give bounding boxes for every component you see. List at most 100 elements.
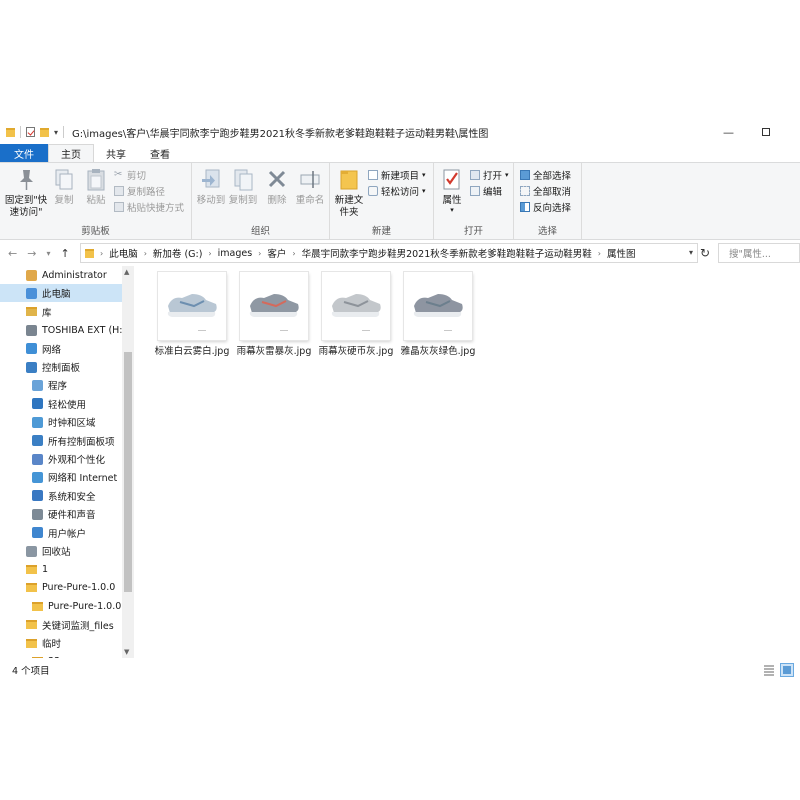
file-item[interactable]: 雅晶灰灰绿色.jpg xyxy=(398,272,478,358)
chevron-right-icon[interactable]: › xyxy=(292,249,295,258)
forward-arrow-icon[interactable]: → xyxy=(27,247,36,260)
sidebar-item[interactable]: Administrator xyxy=(0,266,122,284)
sidebar-item[interactable]: 系统和安全 xyxy=(0,487,122,505)
sidebar-item[interactable]: 外观和个性化 xyxy=(0,450,122,468)
copy-button[interactable]: 复制 xyxy=(52,167,76,207)
sidebar-item[interactable]: 此电脑 xyxy=(0,284,122,303)
cut-button[interactable]: ✂ 剪切 xyxy=(114,167,146,183)
library-icon xyxy=(26,307,37,317)
sidebar-item[interactable]: Pure-Pure-1.0.0 xyxy=(0,579,122,597)
breadcrumb-client[interactable]: 客户 xyxy=(267,246,286,260)
sidebar-item-label: 库 xyxy=(42,307,52,319)
scroll-down-icon[interactable]: ▼ xyxy=(124,648,129,656)
file-item[interactable]: 雨幕灰硬币灰.jpg xyxy=(316,272,396,358)
file-item[interactable]: 标准白云雾白.jpg xyxy=(152,272,232,358)
sidebar-item-label: Administrator xyxy=(42,269,107,281)
sidebar-item[interactable]: 程序 xyxy=(0,376,122,394)
invert-selection-button[interactable]: 反向选择 xyxy=(520,199,571,215)
details-view-icon[interactable] xyxy=(762,663,776,677)
paste-button[interactable]: 粘贴 xyxy=(84,167,108,207)
ribbon: 固定到"快速访问" 复制 粘贴 ✂ 剪切 复制路径 粘贴快捷方式 剪贴板 移动到… xyxy=(0,162,800,240)
chevron-right-icon[interactable]: › xyxy=(258,249,261,258)
sidebar-item[interactable]: 库 xyxy=(0,303,122,321)
scrollbar-thumb[interactable] xyxy=(124,352,132,592)
sidebar-item[interactable]: 1 xyxy=(0,560,122,578)
sidebar-item[interactable]: 33 xyxy=(0,652,122,658)
select-all-button[interactable]: 全部选择 xyxy=(520,167,571,183)
copy-to-button[interactable]: 复制到 xyxy=(228,167,258,207)
sidebar-item[interactable]: 时钟和区域 xyxy=(0,413,122,431)
customize-dropdown-icon[interactable]: ▾ xyxy=(54,128,58,137)
tab-home[interactable]: 主页 xyxy=(48,144,94,162)
appearance-icon xyxy=(32,453,43,465)
nav-scrollbar[interactable]: ▲ ▼ xyxy=(122,266,134,658)
new-group-label: 新建 xyxy=(371,226,391,237)
chevron-right-icon[interactable]: › xyxy=(598,249,601,258)
delete-button[interactable]: 删除 xyxy=(264,167,290,207)
back-arrow-icon[interactable]: ← xyxy=(8,247,17,260)
sidebar-item[interactable]: 网络和 Internet xyxy=(0,468,122,486)
pin-icon xyxy=(20,170,33,190)
chevron-right-icon[interactable]: › xyxy=(100,249,103,258)
easy-access-icon xyxy=(368,186,378,196)
tab-share[interactable]: 共享 xyxy=(94,144,138,162)
sidebar-item[interactable]: 关键词监测_files xyxy=(0,616,122,634)
address-dropdown-icon[interactable]: ▾ xyxy=(689,248,693,257)
address-bar[interactable]: › 此电脑 › 新加卷 (G:) › images › 客户 › 华晨宇同款李宁… xyxy=(80,243,698,263)
tab-view[interactable]: 查看 xyxy=(138,144,182,162)
sidebar-item[interactable]: 硬件和声音 xyxy=(0,505,122,523)
quick-access-toolbar: ▾ xyxy=(0,120,65,144)
network-internet-icon xyxy=(32,471,43,483)
chevron-right-icon[interactable]: › xyxy=(208,249,211,258)
maximize-button[interactable] xyxy=(762,128,770,136)
search-box[interactable]: 搜"属性... xyxy=(718,243,800,263)
move-to-button[interactable]: 移动到 xyxy=(196,167,226,207)
properties-check-icon[interactable] xyxy=(26,127,35,137)
select-none-button[interactable]: 全部取消 xyxy=(520,183,571,199)
copy-path-button[interactable]: 复制路径 xyxy=(114,183,165,199)
large-icons-view-icon[interactable] xyxy=(780,663,794,677)
breadcrumb-this-pc[interactable]: 此电脑 xyxy=(109,246,138,260)
sidebar-item[interactable]: 用户帐户 xyxy=(0,524,122,542)
scroll-up-icon[interactable]: ▲ xyxy=(124,268,129,276)
new-item-button[interactable]: 新建项目 ▾ xyxy=(368,167,426,183)
sidebar-item[interactable]: 临时 xyxy=(0,634,122,652)
breadcrumb-product[interactable]: 华晨宇同款李宁跑步鞋男2021秋冬季新款老爹鞋跑鞋鞋子运动鞋男鞋 xyxy=(302,246,592,260)
file-thumbnail xyxy=(322,272,390,340)
folder-icon xyxy=(26,564,37,574)
folder-icon xyxy=(26,638,37,648)
clipboard-group: 固定到"快速访问" 复制 粘贴 ✂ 剪切 复制路径 粘贴快捷方式 剪贴板 xyxy=(0,163,192,239)
sidebar-item[interactable]: 网络 xyxy=(0,340,122,358)
recycle-bin-icon xyxy=(26,545,37,557)
edit-button[interactable]: 编辑 xyxy=(470,183,502,199)
sidebar-item[interactable]: 回收站 xyxy=(0,542,122,560)
new-folder-button[interactable]: 新建文件夹 xyxy=(334,167,364,219)
file-thumbnail xyxy=(158,272,226,340)
properties-button[interactable]: 属性 ▾ xyxy=(438,167,466,214)
sidebar-item[interactable]: Pure-Pure-1.0.0 xyxy=(0,597,122,615)
rename-button[interactable]: 重命名 xyxy=(294,167,326,207)
pin-quick-access-button[interactable]: 固定到"快速访问" xyxy=(4,167,48,219)
breadcrumb-images[interactable]: images xyxy=(218,248,253,259)
easy-access-button[interactable]: 轻松访问 ▾ xyxy=(368,183,426,199)
file-item[interactable]: 雨幕灰雷暴灰.jpg xyxy=(234,272,314,358)
folder-icon xyxy=(85,248,94,258)
sidebar-item-label: 网络和 Internet xyxy=(48,473,118,485)
new-folder-icon[interactable] xyxy=(40,127,49,137)
sidebar-item[interactable]: 轻松使用 xyxy=(0,395,122,413)
refresh-icon[interactable]: ↻ xyxy=(700,246,710,260)
recent-dropdown-icon[interactable]: ▾ xyxy=(46,249,50,258)
sidebar-item[interactable]: 所有控制面板项 xyxy=(0,432,122,450)
minimize-button[interactable]: — xyxy=(723,126,734,139)
open-icon xyxy=(470,170,480,180)
paste-shortcut-button[interactable]: 粘贴快捷方式 xyxy=(114,199,184,215)
sidebar-item[interactable]: 控制面板 xyxy=(0,358,122,376)
breadcrumb-drive[interactable]: 新加卷 (G:) xyxy=(153,246,203,260)
breadcrumb-current[interactable]: 属性图 xyxy=(607,246,636,260)
file-name: 雅晶灰灰绿色.jpg xyxy=(400,346,476,357)
open-button[interactable]: 打开 ▾ xyxy=(470,167,509,183)
up-arrow-icon[interactable]: ↑ xyxy=(60,247,69,260)
tab-file[interactable]: 文件 xyxy=(0,144,48,162)
sidebar-item[interactable]: TOSHIBA EXT (H:) xyxy=(0,321,126,339)
chevron-right-icon[interactable]: › xyxy=(144,249,147,258)
